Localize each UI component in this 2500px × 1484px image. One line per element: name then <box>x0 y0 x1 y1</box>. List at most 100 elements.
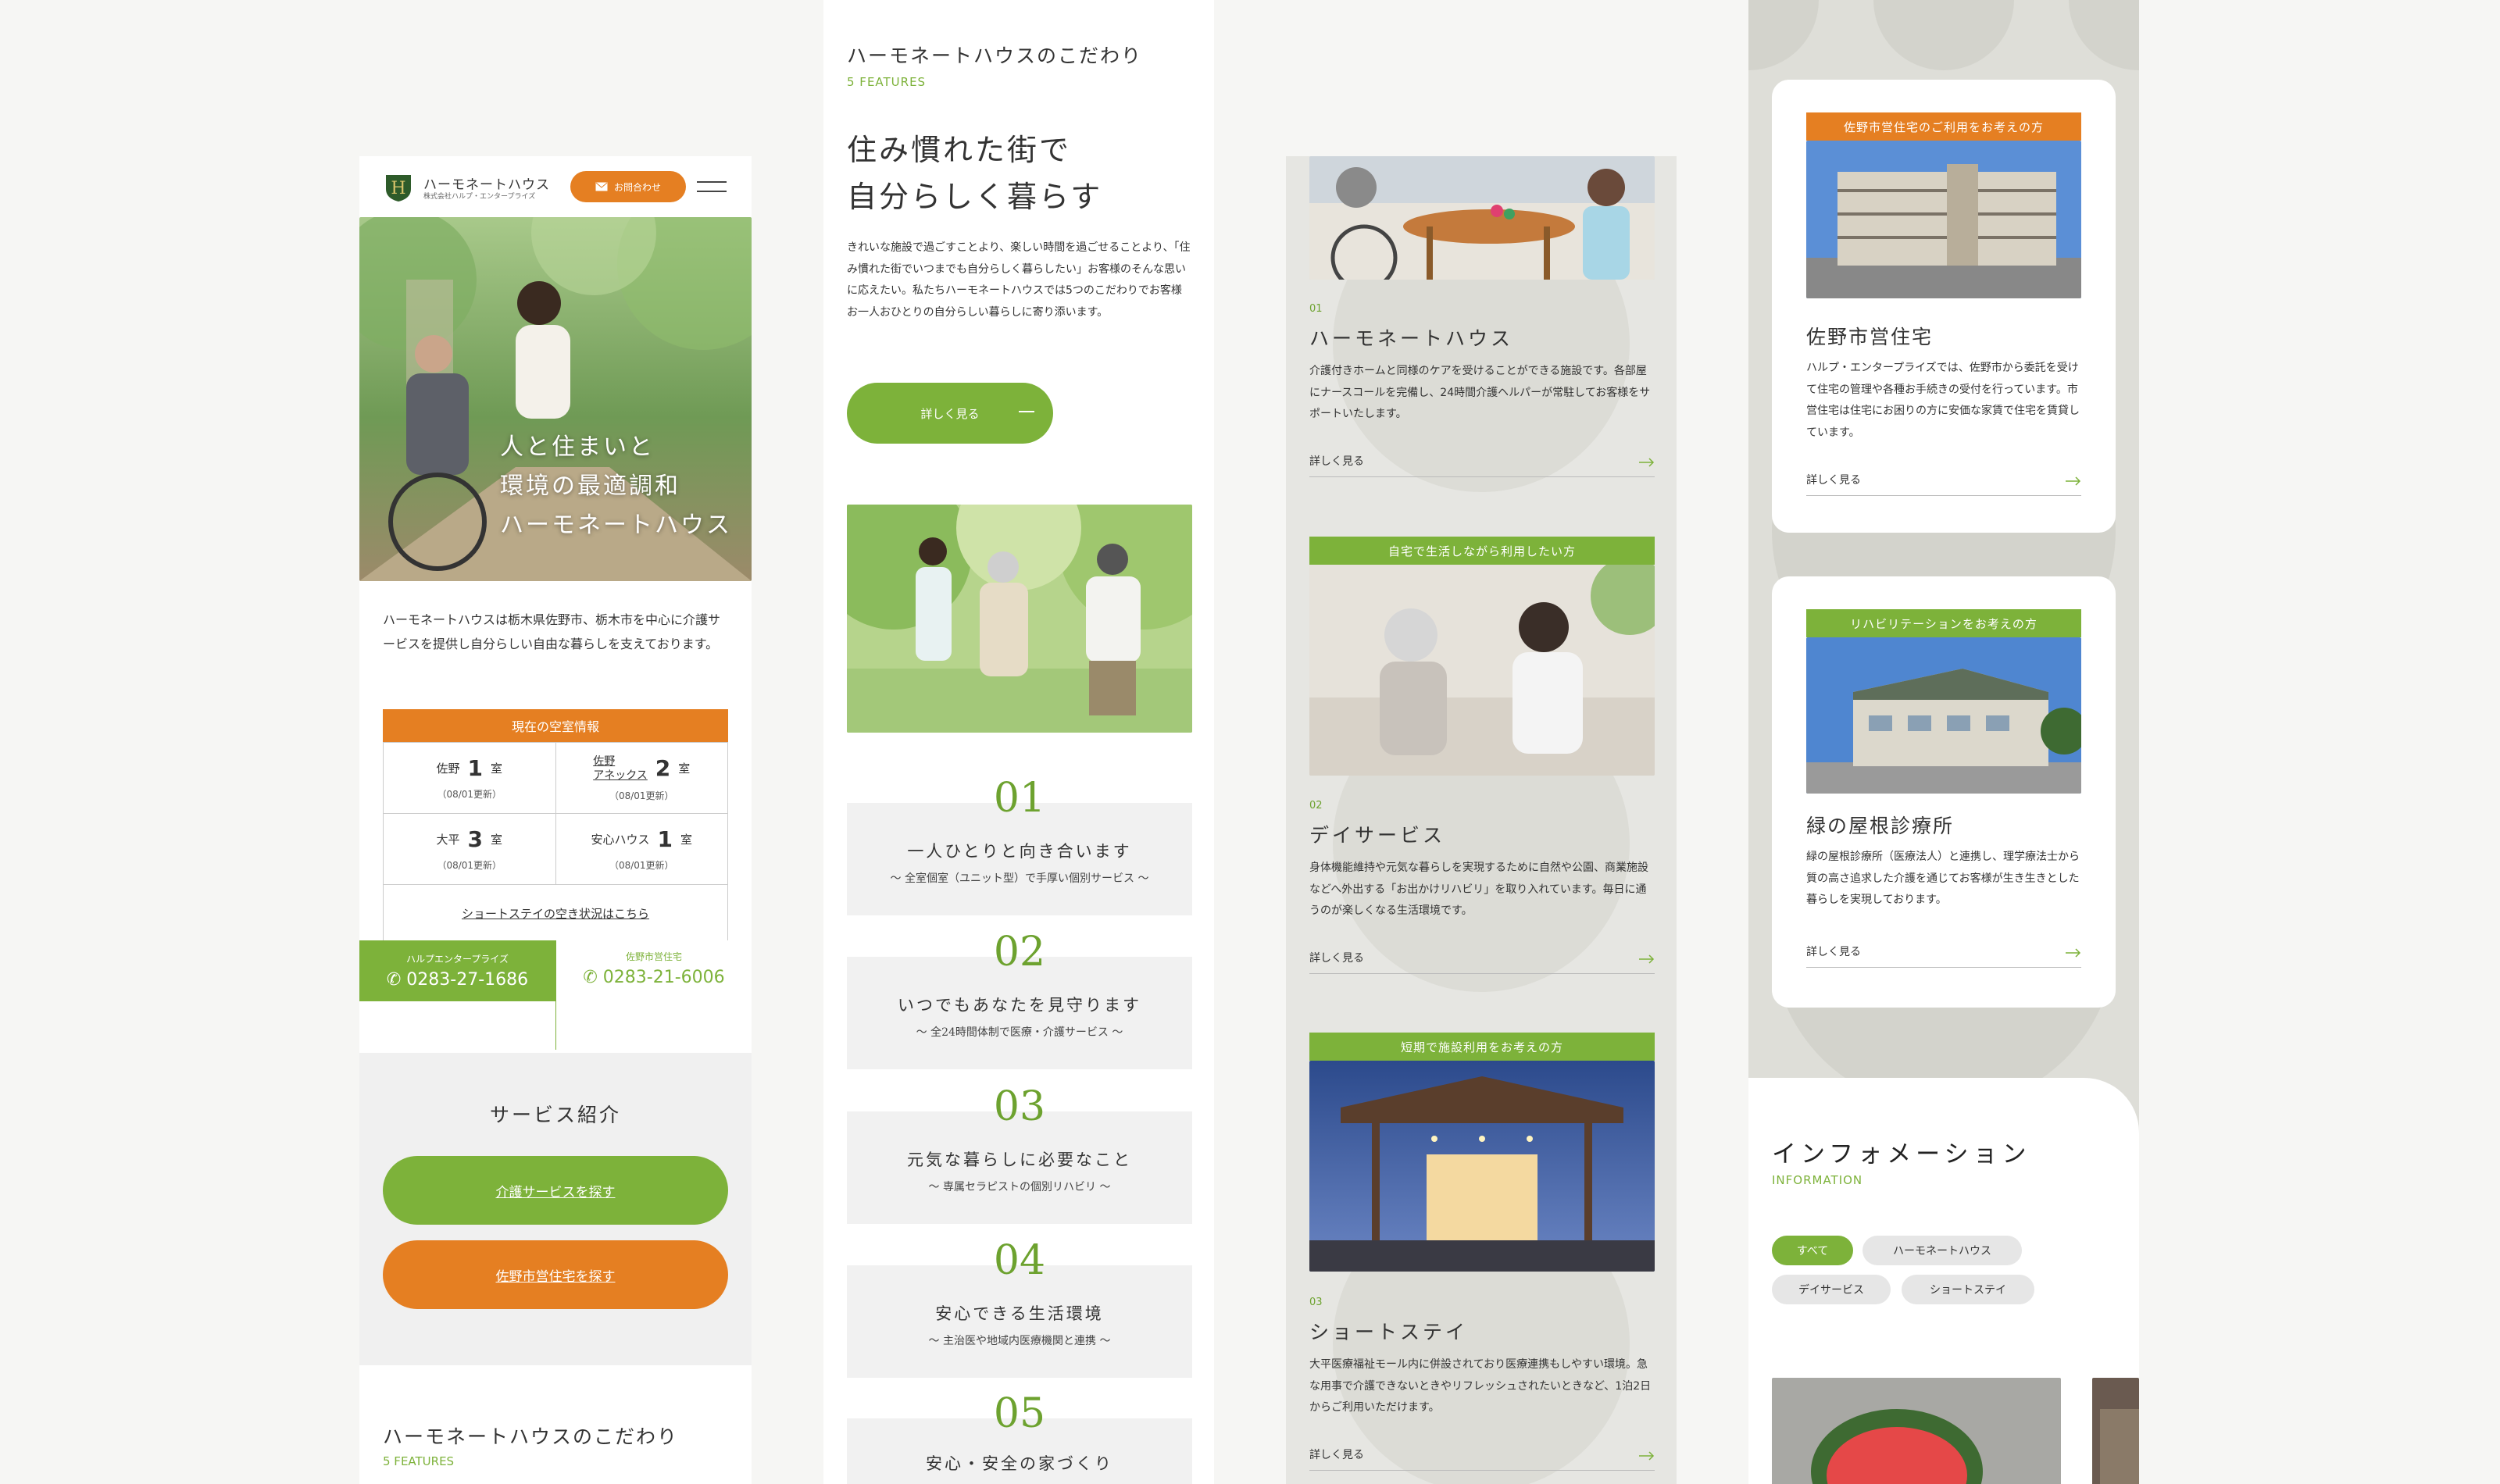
service-category-band: 短期で施設利用をお考えの方 <box>1309 1033 1655 1061</box>
features-subtitle: 5 FEATURES <box>847 75 927 89</box>
vacancy-cell: 佐野 1 室 （08/01更新） <box>384 743 555 813</box>
vacancy-row: 佐野 1 室 （08/01更新） 佐野 アネックス 2 室 （08/01更新） <box>384 742 727 813</box>
hamburger-menu-icon[interactable] <box>697 180 728 195</box>
features-subtitle: 5 FEATURES <box>383 1454 455 1468</box>
tel-button-halp[interactable]: ハルプエンタープライズ ✆ 0283-27-1686 <box>359 940 555 1001</box>
news-thumbnail[interactable] <box>1772 1378 2061 1484</box>
feature-title: 元気な暮らしに必要なこと <box>907 1150 1132 1169</box>
find-city-housing-button[interactable]: 佐野市営住宅を探す <box>383 1240 728 1309</box>
card-description: 緑の屋根診療所（医療法人）と連携し、理学療法士から質の高さ追求した介護を通じてお… <box>1806 851 2080 906</box>
find-care-service-button[interactable]: 介護サービスを探す <box>383 1156 728 1225</box>
feature-subtitle: 〜 全室個室（ユニット型）で手厚い個別サービス 〜 <box>890 872 1149 885</box>
unit-label: 室 <box>680 833 692 847</box>
vacancy-cell: 大平 3 室 （08/01更新） <box>384 814 555 884</box>
feature-item: 02 いつでもあなたを見守ります 〜 全24時間体制で医療・介護サービス 〜 <box>847 929 1192 1069</box>
more-label: 詳しく見る <box>1806 474 1861 487</box>
services-panel: 01 ハーモネートハウス 介護付きホームと同様のケアを受けることができる施設です… <box>1286 156 1677 1484</box>
news-thumbnail[interactable] <box>2092 1378 2139 1484</box>
service-more-link[interactable]: 詳しく見る <box>1309 450 1655 477</box>
update-date: （08/01更新） <box>609 860 674 871</box>
clinic-image <box>1806 637 2081 794</box>
phone-icon: ✆ <box>386 970 407 990</box>
features-panel: ハーモネートハウスのこだわり 5 FEATURES 住み慣れた街で 自分らしく暮… <box>823 0 1214 1484</box>
tel-number: 0283-21-6006 <box>602 968 725 987</box>
city-housing-image <box>1806 141 2081 298</box>
card-category-band: 佐野市営住宅のご利用をお考えの方 <box>1806 112 2081 141</box>
vacancy-count: 3 <box>467 826 483 852</box>
service-description: 身体機能維持や元気な暮らしを実現するために自然や公園、商業施設などへ外出する「お… <box>1309 862 1648 917</box>
other-services-panel: 佐野市営住宅のご利用をお考えの方 佐野市営住宅 ハルプ・エンタープライズでは、佐… <box>1748 0 2139 1484</box>
service-description: 大平医療福祉モール内に併設されており医療連携もしやすい環境。急な用事で介護できな… <box>1309 1358 1652 1414</box>
arrow-right-icon <box>1639 458 1655 467</box>
facility-name[interactable]: 佐野 アネックス <box>593 754 648 783</box>
service-description: 介護付きホームと同様のケアを受けることができる施設です。各部屋にナースコールを完… <box>1309 365 1651 420</box>
tel-label: 佐野市営住宅 <box>625 951 682 962</box>
facility-name: 大平 <box>436 833 460 847</box>
information-subtitle: INFORMATION <box>1772 1173 1863 1187</box>
service-more-link[interactable]: 詳しく見る <box>1309 947 1655 974</box>
site-header: H ハーモネートハウス 株式会社ハルプ・エンタープライズ お問合わせ <box>359 156 752 217</box>
city-housing-card: 佐野市営住宅のご利用をお考えの方 佐野市営住宅 ハルプ・エンタープライズでは、佐… <box>1772 80 2116 533</box>
features-image <box>847 505 1192 733</box>
card-category-band: リハビリテーションをお考えの方 <box>1806 609 2081 637</box>
service-number: 02 <box>1309 800 1323 812</box>
heading-line: 自分らしく暮らす <box>847 180 1103 214</box>
contact-button[interactable]: お問合わせ <box>570 171 686 202</box>
feature-subtitle: 〜 専属セラピストの個別リハビリ 〜 <box>928 1181 1111 1193</box>
feature-number: 01 <box>993 775 1046 822</box>
short-stay-link[interactable]: ショートステイの空き状況はこちら <box>384 884 727 941</box>
harmonate-house-image <box>1309 156 1655 280</box>
feature-item: 04 安心できる生活環境 〜 主治医や地域内医療機関と連携 〜 <box>847 1237 1192 1378</box>
hero-line: 人と住まいと <box>500 433 655 461</box>
filter-tag-all[interactable]: すべて <box>1772 1236 1853 1265</box>
unit-label: 室 <box>490 762 502 776</box>
features-heading: 住み慣れた街で 自分らしく暮らす <box>847 127 1102 220</box>
mobile-home-panel: H ハーモネートハウス 株式会社ハルプ・エンタープライズ お問合わせ 人と住まい… <box>359 156 752 1484</box>
logo-shield-icon[interactable]: H <box>383 172 414 203</box>
logo-letter: H <box>391 179 405 198</box>
arrow-right-icon <box>1019 411 1034 412</box>
feature-number: 02 <box>993 929 1046 976</box>
short-stay-image <box>1309 1061 1655 1272</box>
feature-number: 03 <box>993 1083 1046 1130</box>
feature-subtitle: 〜 主治医や地域内医療機関と連携 〜 <box>928 1335 1111 1347</box>
update-date: （08/01更新） <box>437 860 502 871</box>
service-name: デイサービス <box>1309 824 1446 847</box>
service-category-band: 自宅で生活しながら利用したい方 <box>1309 537 1655 565</box>
feature-number: 05 <box>993 1390 1046 1437</box>
feature-item: 05 安心・安全の家づくり <box>847 1390 1192 1484</box>
filter-tag-day-service[interactable]: デイサービス <box>1772 1275 1891 1304</box>
hero-image: 人と住まいと 環境の最適調和 ハーモネートハウス <box>359 217 752 581</box>
service-name: ハーモネートハウス <box>1309 327 1514 350</box>
facility-name: 佐野 <box>436 762 460 776</box>
information-title: インフォメーション <box>1772 1140 2031 1168</box>
button-label: 詳しく見る <box>920 406 980 421</box>
feature-title: 安心できる生活環境 <box>935 1304 1104 1323</box>
service-more-link[interactable]: 詳しく見る <box>1309 1443 1655 1471</box>
card-more-link[interactable]: 詳しく見る <box>1806 469 2081 496</box>
service-intro-title: サービス紹介 <box>489 1104 621 1126</box>
feature-item: 03 元気な暮らしに必要なこと 〜 専属セラピストの個別リハビリ 〜 <box>847 1083 1192 1224</box>
more-label: 詳しく見る <box>1309 952 1364 965</box>
card-title: 佐野市営住宅 <box>1806 326 1934 348</box>
feature-title: 一人ひとりと向き合います <box>907 842 1132 861</box>
more-label: 詳しく見る <box>1309 1449 1364 1461</box>
card-description: ハルプ・エンタープライズでは、佐野市から委託を受けて住宅の管理や各種お手続きの受… <box>1806 362 2080 439</box>
day-service-image <box>1309 565 1655 776</box>
vacancy-row: 大平 3 室 （08/01更新） 安心ハウス 1 室 （08/01更新） <box>384 813 727 884</box>
update-date: （08/01更新） <box>609 790 674 801</box>
phone-icon: ✆ <box>583 968 603 987</box>
arrow-right-icon <box>2066 948 2081 958</box>
service-number: 01 <box>1309 303 1323 315</box>
arrow-right-icon <box>1639 1451 1655 1461</box>
vacancy-table: 佐野 1 室 （08/01更新） 佐野 アネックス 2 室 （08/01更新） 大平 3 室… <box>383 742 728 942</box>
filter-tag-short-stay[interactable]: ショートステイ <box>1902 1275 2034 1304</box>
hero-copy: 人と住まいと 環境の最適調和 ハーモネートハウス <box>500 428 732 545</box>
filter-tag-harmonate[interactable]: ハーモネートハウス <box>1862 1236 2022 1265</box>
brand-company: 株式会社ハルプ・エンタープライズ <box>423 193 536 201</box>
features-more-button[interactable]: 詳しく見る <box>847 383 1053 444</box>
tel-button-sano[interactable]: 佐野市営住宅 ✆ 0283-21-6006 <box>555 940 752 1050</box>
card-more-link[interactable]: 詳しく見る <box>1806 940 2081 968</box>
contact-label: お問合わせ <box>613 181 661 193</box>
feature-title: 安心・安全の家づくり <box>926 1454 1113 1473</box>
